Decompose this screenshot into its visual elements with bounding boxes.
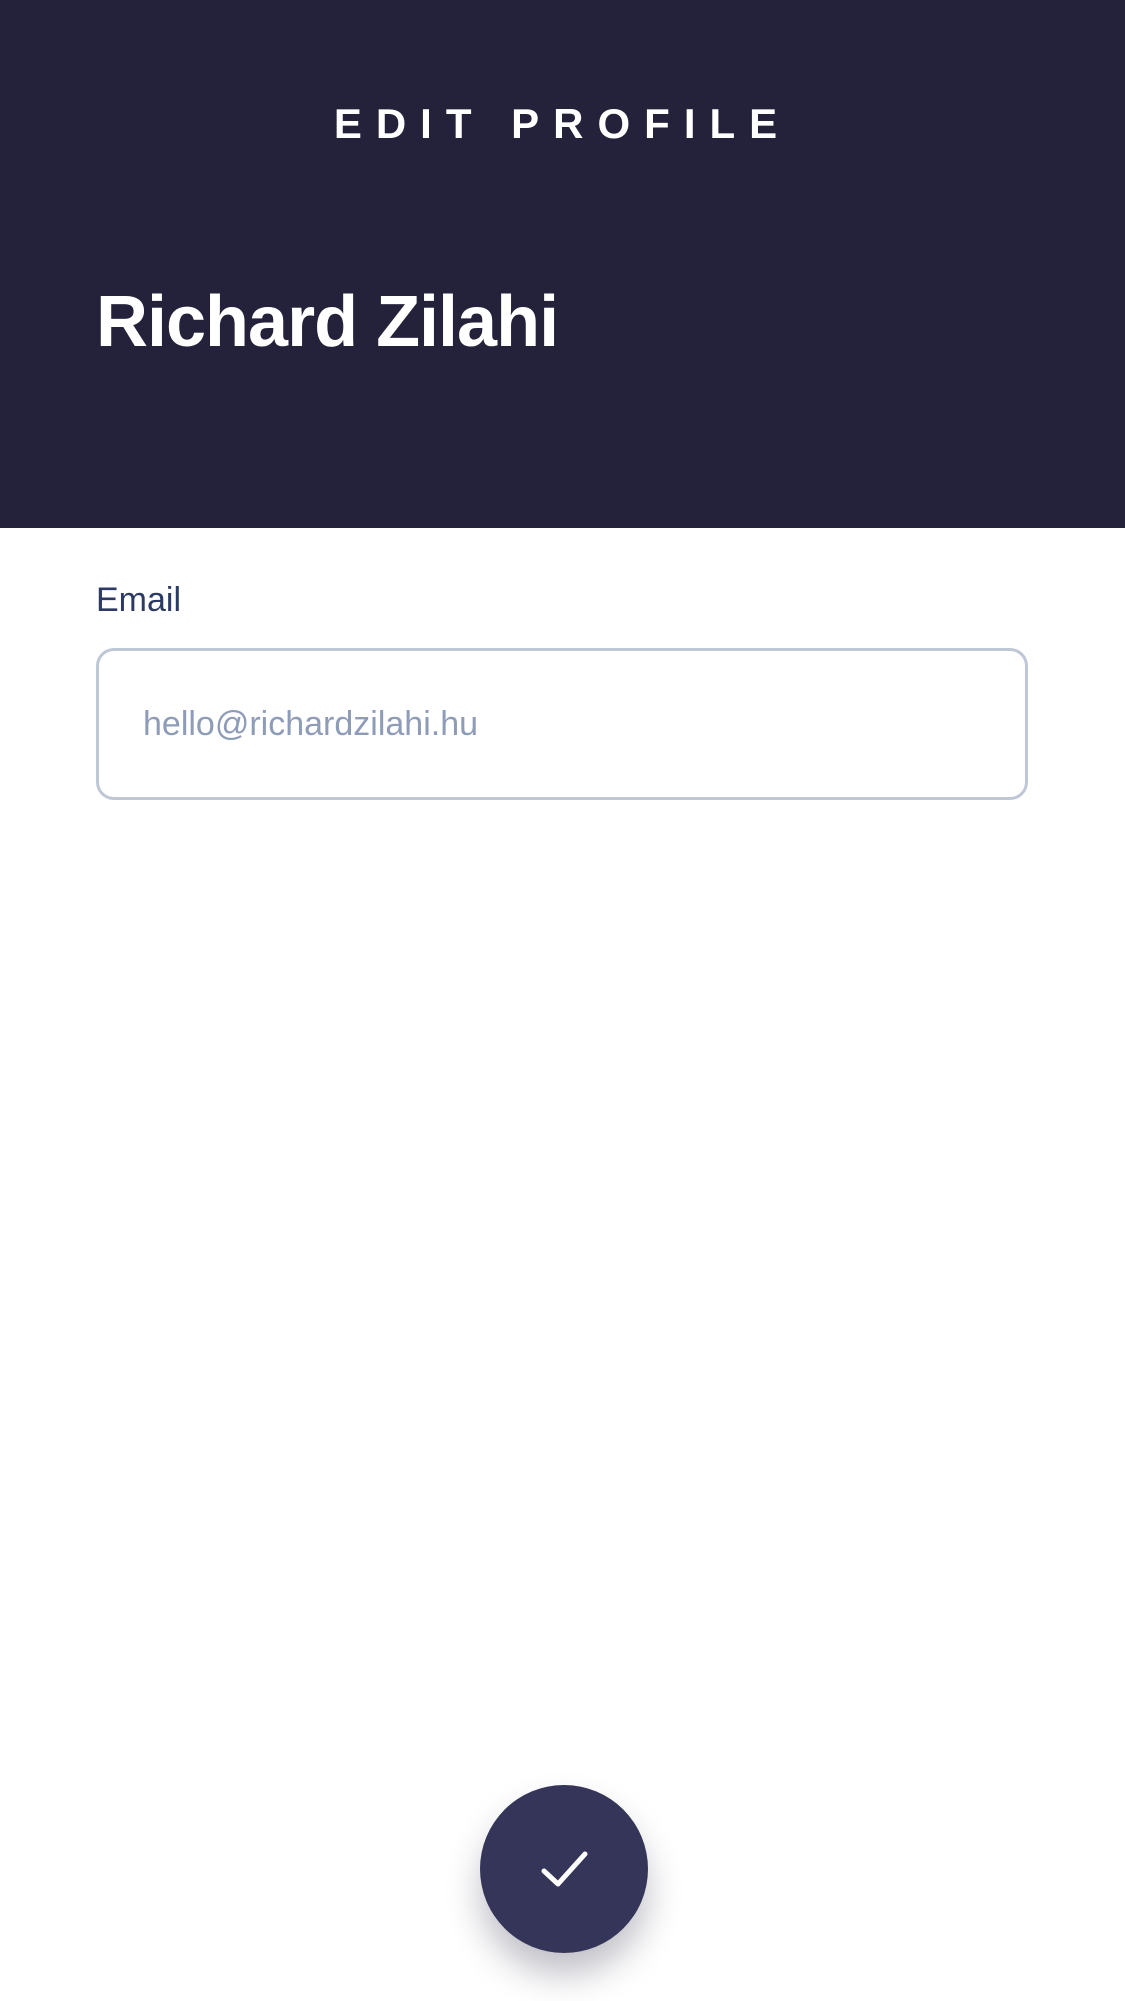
- check-icon: [541, 1851, 588, 1887]
- email-field[interactable]: [96, 648, 1028, 800]
- profile-name: Richard Zilahi: [96, 282, 559, 362]
- email-label: Email: [96, 581, 182, 619]
- save-button[interactable]: [480, 1785, 648, 1953]
- profile-header: EDIT PROFILE Richard Zilahi: [0, 0, 1125, 528]
- page-title: EDIT PROFILE: [333, 100, 792, 147]
